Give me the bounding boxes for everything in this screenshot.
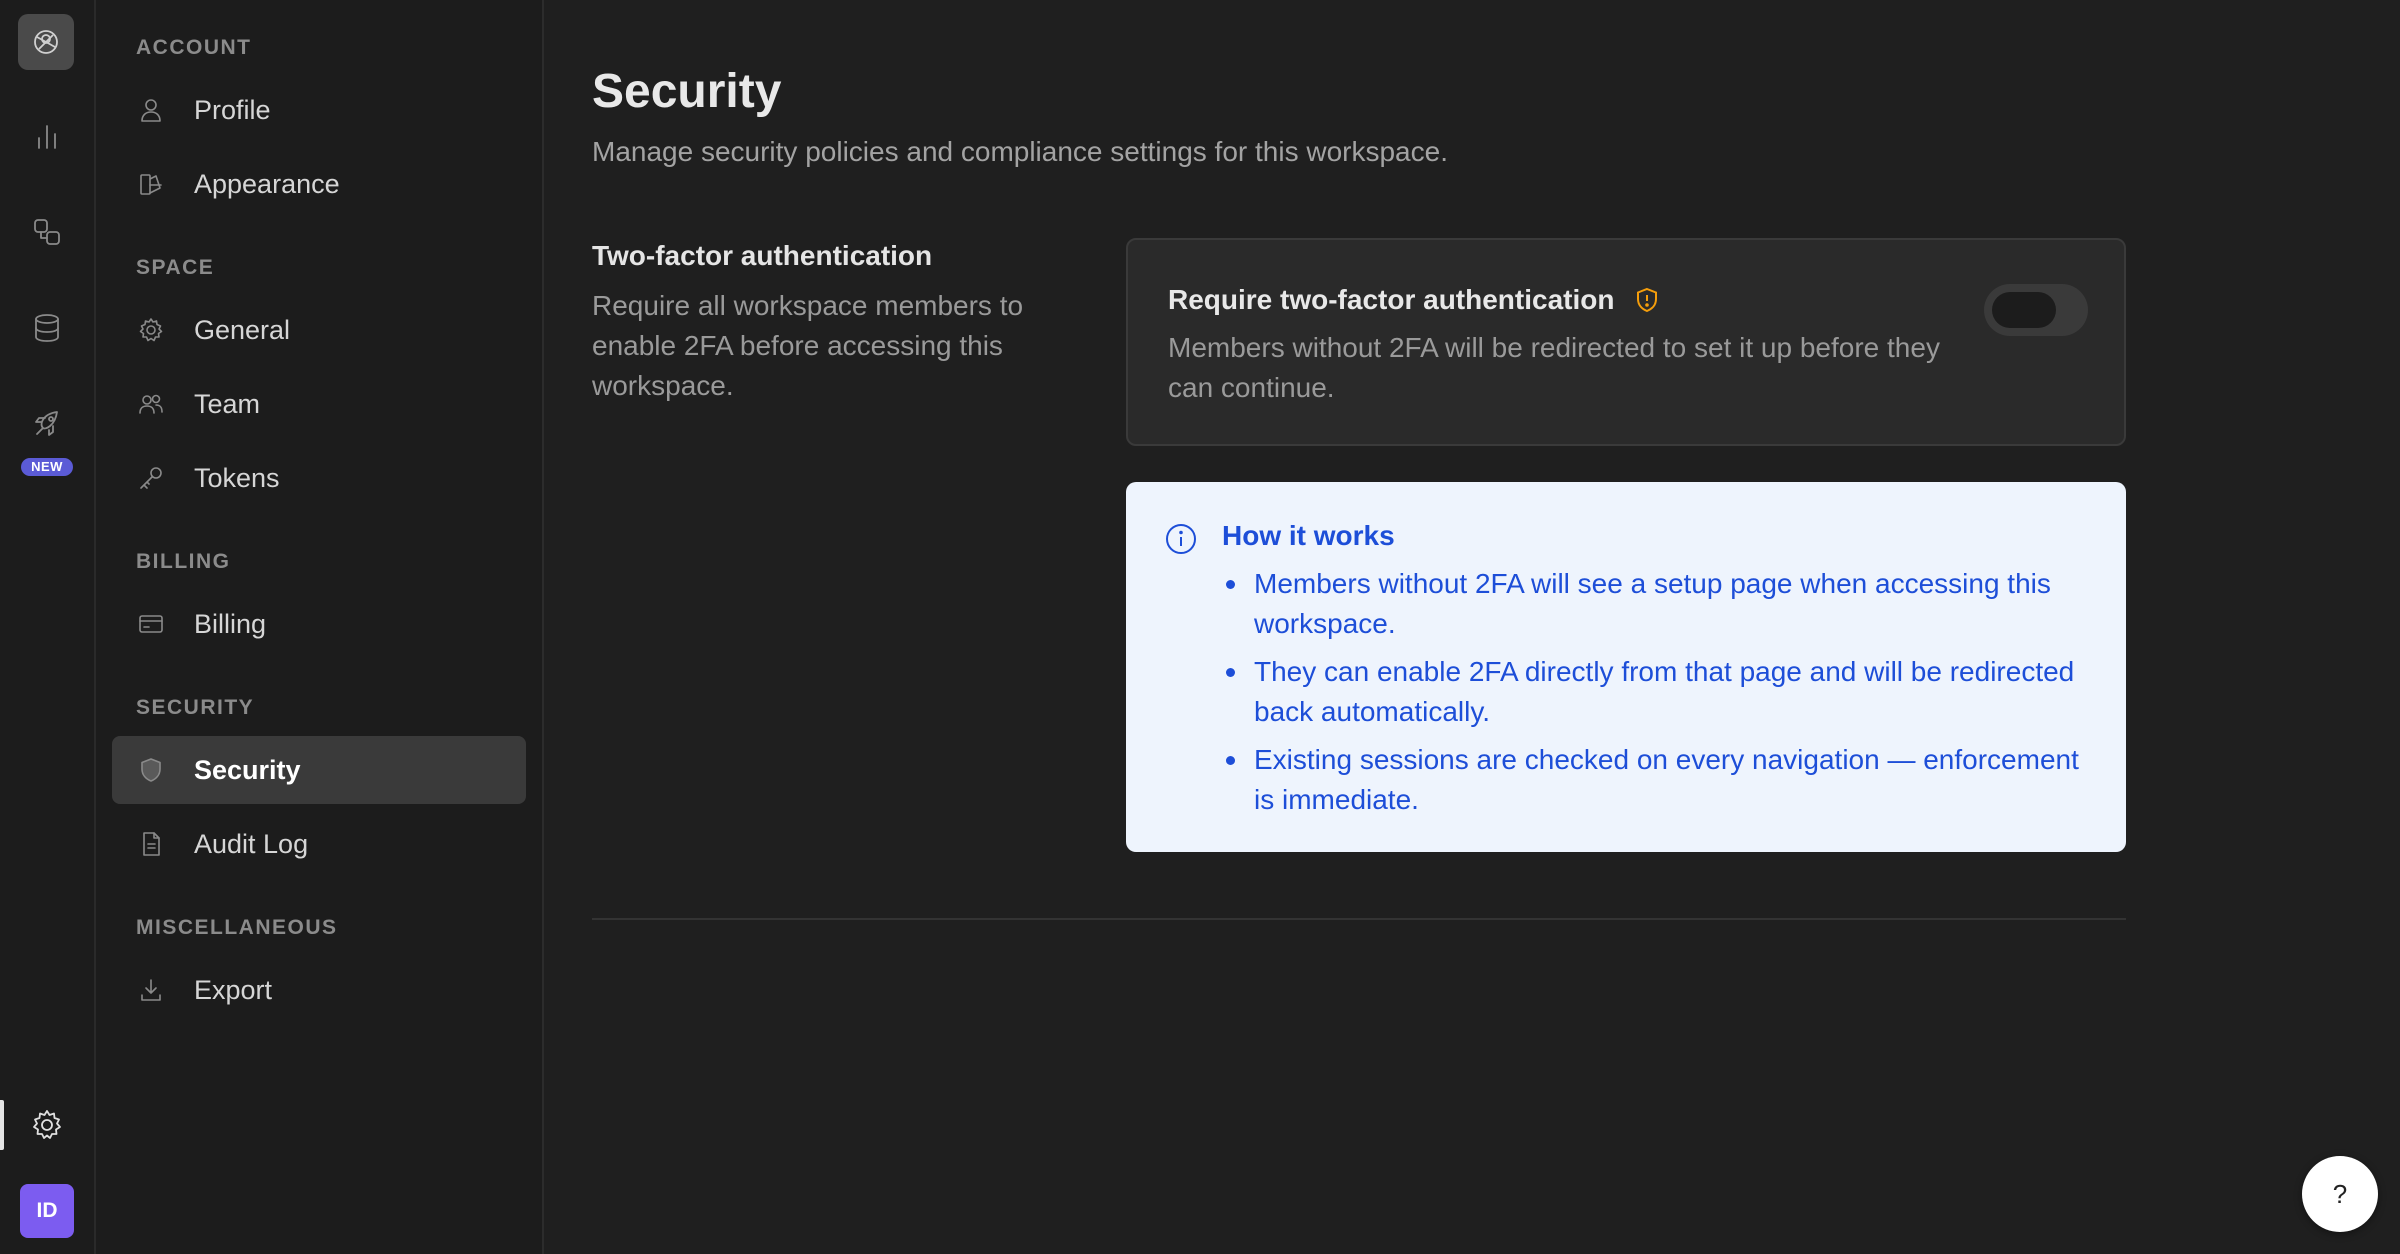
logo-icon[interactable]	[18, 14, 74, 70]
card-title-row: Require two-factor authentication	[1168, 284, 1662, 316]
section-label-space: SPACE	[136, 256, 215, 279]
section-description: Require all workspace members to enable …	[592, 290, 1024, 401]
user-icon	[136, 95, 166, 125]
sidebar-item-appearance[interactable]: Appearance	[112, 150, 526, 218]
sidebar-item-label: General	[194, 314, 291, 345]
sidebar-item-billing[interactable]: Billing	[112, 590, 526, 658]
section-label-security: SECURITY	[136, 696, 255, 719]
sidebar-item-export[interactable]: Export	[112, 956, 526, 1024]
analytics-icon[interactable]	[23, 112, 71, 160]
sidebar-item-security[interactable]: Security	[112, 736, 526, 804]
sidebar-item-tokens[interactable]: Tokens	[112, 444, 526, 512]
shield-icon	[136, 755, 166, 785]
require-2fa-card: Require two-factor authentication Member…	[1126, 238, 2126, 446]
require-2fa-toggle[interactable]	[1984, 284, 2088, 336]
download-icon	[136, 975, 166, 1005]
settings-icon[interactable]	[23, 1101, 71, 1149]
sidebar-item-general[interactable]: General	[112, 296, 526, 364]
sidebar-item-label: Profile	[194, 94, 271, 125]
section-label-miscellaneous: MISCELLANEOUS	[136, 916, 338, 939]
section-title: Two-factor authentication	[592, 240, 933, 271]
how-it-works-callout: How it works Members without 2FA will se…	[1126, 482, 2126, 852]
shield-warning-icon	[1637, 287, 1658, 313]
sidebar-item-profile[interactable]: Profile	[112, 76, 526, 144]
section-divider	[592, 918, 2126, 920]
sidebar-item-label: Audit Log	[194, 828, 309, 859]
database-icon[interactable]	[23, 304, 71, 352]
callout-title: How it works	[1222, 520, 1395, 551]
list-item: They can enable 2FA directly from that p…	[1222, 652, 2082, 732]
card-description: Members without 2FA will be redirected t…	[1168, 332, 1940, 403]
list-item: Members without 2FA will see a setup pag…	[1222, 564, 2082, 644]
sidebar-item-team[interactable]: Team	[112, 370, 526, 438]
list-item: Existing sessions are checked on every n…	[1222, 740, 2082, 820]
palette-icon	[136, 169, 166, 199]
gear-icon	[136, 315, 166, 345]
credit-card-icon	[136, 609, 166, 639]
avatar[interactable]: ID	[20, 1184, 74, 1238]
page-title: Security	[592, 65, 782, 118]
sidebar-item-label: Tokens	[194, 462, 280, 493]
key-icon	[136, 463, 166, 493]
settings-sidebar: ACCOUNT Profile Appearance SPACE General…	[96, 0, 544, 1254]
icon-rail: NEW ID	[0, 0, 96, 1254]
document-icon	[136, 829, 166, 859]
info-icon	[1166, 524, 1196, 554]
users-icon	[136, 389, 166, 419]
sidebar-item-label: Export	[194, 974, 273, 1005]
card-title: Require two-factor authentication	[1168, 284, 1615, 315]
rocket-icon[interactable]	[23, 400, 71, 448]
sidebar-item-label: Appearance	[194, 168, 340, 199]
toggle-knob	[1992, 292, 2056, 328]
callout-list: Members without 2FA will see a setup pag…	[1222, 564, 2082, 828]
active-indicator	[0, 1100, 4, 1150]
sidebar-item-audit-log[interactable]: Audit Log	[112, 810, 526, 878]
sidebar-item-label: Security	[194, 754, 301, 785]
section-label-account: ACCOUNT	[136, 36, 252, 59]
integrations-icon[interactable]	[23, 208, 71, 256]
page-subtitle: Manage security policies and compliance …	[592, 136, 1448, 167]
help-button[interactable]: ?	[2302, 1156, 2378, 1232]
section-label-billing: BILLING	[136, 550, 231, 573]
main-content: Security Manage security policies and co…	[592, 0, 2132, 1254]
new-badge: NEW	[21, 458, 73, 476]
sidebar-item-label: Billing	[194, 608, 267, 639]
sidebar-item-label: Team	[194, 388, 261, 419]
